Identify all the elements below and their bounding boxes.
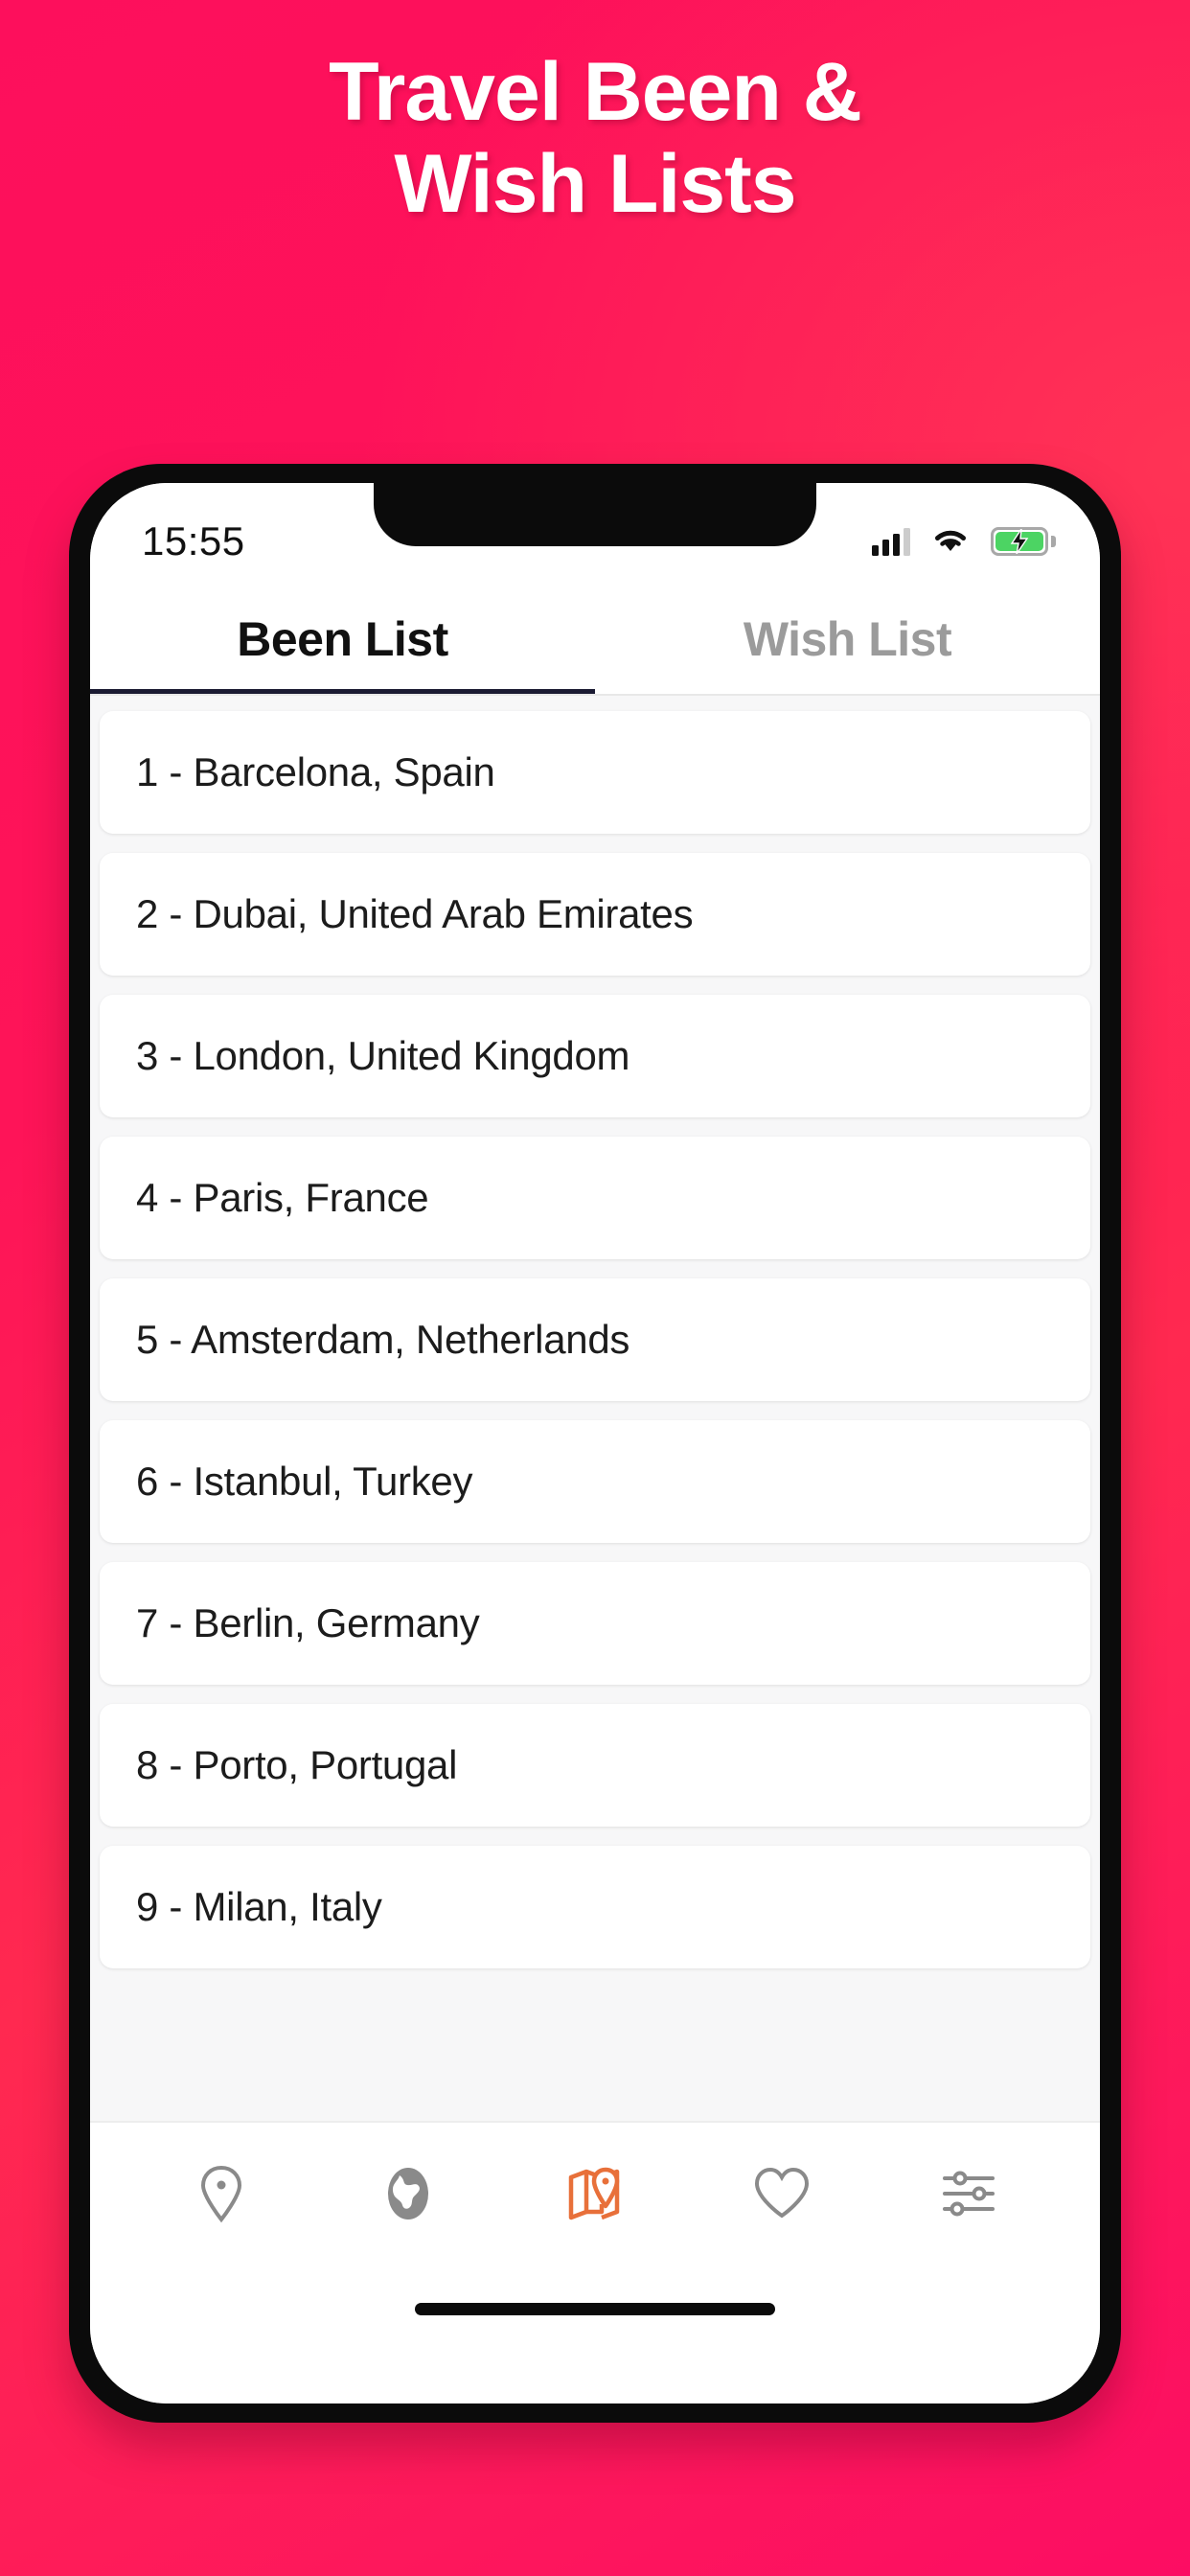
nav-item-location[interactable] xyxy=(164,2141,279,2246)
phone-notch xyxy=(374,483,816,546)
page-title: Travel Been & Wish Lists xyxy=(0,46,1190,231)
location-pin-icon xyxy=(196,2164,246,2223)
phone-screen: 15:55 Been List Wish List 1 - Barcelona,… xyxy=(90,483,1100,2404)
nav-item-favorites[interactable] xyxy=(724,2141,839,2246)
nav-item-globe[interactable] xyxy=(351,2141,466,2246)
phone-mockup: 15:55 Been List Wish List 1 - Barcelona,… xyxy=(69,464,1121,2423)
tab-wish-list-label: Wish List xyxy=(743,612,952,666)
list-item-label: 4 - Paris, France xyxy=(136,1175,429,1220)
list-item[interactable]: 1 - Barcelona, Spain xyxy=(100,711,1090,834)
bottom-navigation-bar xyxy=(90,2121,1100,2265)
list-item-label: 6 - Istanbul, Turkey xyxy=(136,1459,473,1504)
list-item[interactable]: 9 - Milan, Italy xyxy=(100,1846,1090,1968)
list-item[interactable]: 2 - Dubai, United Arab Emirates xyxy=(100,853,1090,976)
list-item[interactable]: 8 - Porto, Portugal xyxy=(100,1704,1090,1827)
tab-wish-list[interactable]: Wish List xyxy=(595,586,1100,696)
cellular-signal-icon xyxy=(872,527,910,556)
wifi-icon xyxy=(931,525,970,559)
list-item-label: 1 - Barcelona, Spain xyxy=(136,749,495,794)
tab-bar: Been List Wish List xyxy=(90,586,1100,696)
page-title-line-2: Wish Lists xyxy=(394,138,796,231)
list-item-label: 5 - Amsterdam, Netherlands xyxy=(136,1317,630,1362)
list-item-label: 2 - Dubai, United Arab Emirates xyxy=(136,891,694,936)
list-item-label: 7 - Berlin, Germany xyxy=(136,1600,480,1645)
list-item[interactable]: 3 - London, United Kingdom xyxy=(100,995,1090,1117)
tab-been-list-label: Been List xyxy=(237,612,448,666)
home-indicator-bar[interactable] xyxy=(415,2303,775,2315)
status-bar-time: 15:55 xyxy=(142,518,245,564)
list-item[interactable]: 7 - Berlin, Germany xyxy=(100,1562,1090,1685)
globe-icon xyxy=(380,2164,436,2223)
list-item-label: 3 - London, United Kingdom xyxy=(136,1033,630,1078)
list-item-label: 9 - Milan, Italy xyxy=(136,1884,382,1929)
tab-been-list[interactable]: Been List xyxy=(90,586,595,696)
home-indicator-area xyxy=(90,2265,1100,2404)
battery-charging-icon xyxy=(991,527,1056,556)
nav-item-map[interactable] xyxy=(538,2141,652,2246)
map-icon xyxy=(565,2164,625,2223)
list-item[interactable]: 4 - Paris, France xyxy=(100,1137,1090,1259)
status-bar-icons xyxy=(872,525,1056,559)
page-title-line-1: Travel Been & xyxy=(329,46,862,138)
list-item[interactable]: 6 - Istanbul, Turkey xyxy=(100,1420,1090,1543)
been-list[interactable]: 1 - Barcelona, Spain 2 - Dubai, United A… xyxy=(90,696,1100,2121)
nav-item-settings[interactable] xyxy=(911,2141,1026,2246)
list-item-label: 8 - Porto, Portugal xyxy=(136,1742,458,1787)
list-item[interactable]: 5 - Amsterdam, Netherlands xyxy=(100,1278,1090,1401)
heart-icon xyxy=(752,2166,812,2221)
sliders-icon xyxy=(941,2168,996,2220)
